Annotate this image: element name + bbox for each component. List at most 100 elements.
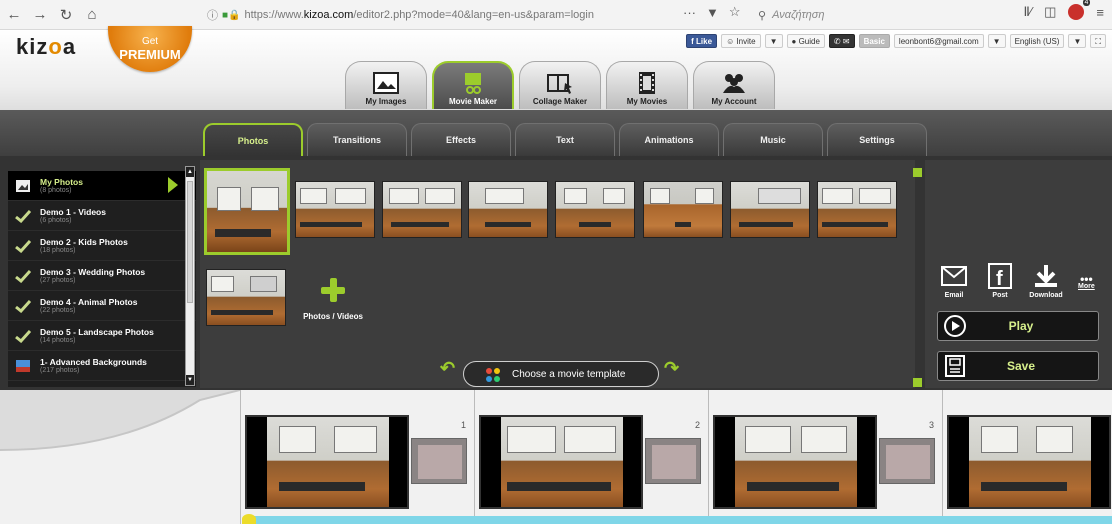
facebook-icon: f — [985, 262, 1015, 290]
photo-thumbnail[interactable] — [817, 181, 897, 238]
more-button[interactable]: ••• More — [1078, 272, 1095, 290]
transition-box[interactable] — [879, 438, 935, 484]
save-button[interactable]: Save — [937, 351, 1099, 381]
phone-icon[interactable]: ✆ ✉ — [828, 34, 855, 48]
album-name: My Photos — [40, 177, 83, 187]
tab-music[interactable]: Music — [723, 123, 823, 156]
photo-thumbnail[interactable] — [295, 181, 375, 238]
more-icon: ••• — [1080, 272, 1093, 286]
address-bar[interactable]: ⓘ ■🔒 https://www. kizoa.com/editor2.php?m… — [203, 4, 671, 26]
slot-photo — [501, 417, 623, 507]
save-icon — [940, 352, 970, 380]
library-icon[interactable]: Ⅱ⁄ — [1024, 4, 1033, 20]
album-item[interactable]: Demo 2 - Kids Photos (18 photos) — [8, 231, 196, 261]
slot-frame[interactable] — [713, 415, 877, 509]
photo-thumbnail[interactable] — [204, 168, 290, 255]
play-button[interactable]: Play — [937, 311, 1099, 341]
album-scrollbar[interactable]: ▲ ▼ — [185, 166, 195, 386]
invite-dropdown[interactable]: ▼ — [764, 34, 783, 48]
kizoa-logo[interactable]: kizoa — [16, 34, 76, 60]
post-label: Post — [992, 292, 1008, 299]
facebook-like-button[interactable]: f Like — [686, 34, 718, 48]
back-icon[interactable]: ← — [2, 3, 26, 27]
album-item[interactable]: 1- Advanced Backgrounds (217 photos) — [8, 351, 196, 381]
tab-photos[interactable]: Photos — [203, 123, 303, 156]
account-email[interactable]: leonbont6@gmail.com — [893, 34, 984, 48]
scroll-up-icon[interactable]: ▲ — [186, 167, 194, 177]
transition-box[interactable] — [411, 438, 467, 484]
home-icon[interactable]: ⌂ — [80, 3, 104, 27]
photo-thumbnail[interactable] — [382, 181, 462, 238]
photo-thumbnail[interactable] — [206, 269, 286, 326]
scroll-down-icon[interactable]: ▼ — [186, 375, 194, 385]
tab-effects[interactable]: Effects — [411, 123, 511, 156]
tab-my-images[interactable]: My Images — [345, 61, 427, 109]
album-name: Demo 5 - Landscape Photos — [40, 327, 154, 337]
email-share[interactable]: Email — [937, 262, 971, 299]
timeline-progress-bar[interactable] — [244, 516, 1112, 524]
forward-icon[interactable]: → — [28, 3, 52, 27]
choose-template-button[interactable]: Choose a movie template — [463, 361, 659, 387]
album-item[interactable]: Demo 1 - Videos (6 photos) — [8, 201, 196, 231]
info-icon[interactable]: ⓘ — [207, 7, 218, 23]
add-photos-label: Photos / Videos — [303, 312, 363, 321]
grid-scroll-up[interactable] — [913, 168, 922, 177]
reload-icon[interactable]: ↻ — [54, 3, 78, 27]
left-curl-arrow-icon: ↶ — [440, 358, 456, 378]
photo-thumbnail[interactable] — [643, 181, 723, 238]
slot-frame[interactable] — [479, 415, 643, 509]
bookmark-star-icon[interactable]: ☆ — [729, 4, 741, 20]
search-field[interactable]: ⚲ Αναζήτηση — [758, 4, 948, 26]
album-count: (27 photos) — [40, 277, 76, 284]
tab-movie-maker[interactable]: Movie Maker — [432, 61, 514, 109]
download-label: Download — [1029, 292, 1063, 299]
timeline-slot[interactable]: 1 — [240, 390, 474, 524]
tab-collage-maker[interactable]: Collage Maker — [519, 61, 601, 109]
add-photos-button[interactable]: Photos / Videos — [294, 268, 372, 326]
sidebar-icon[interactable]: ◫ — [1044, 4, 1056, 20]
album-item[interactable]: Demo 4 - Animal Photos (22 photos) — [8, 291, 196, 321]
transition-box[interactable] — [645, 438, 701, 484]
scroll-thumb[interactable] — [187, 181, 193, 303]
slot-number: 3 — [928, 420, 934, 430]
album-folder-icon — [14, 178, 32, 194]
tab-transitions[interactable]: Transitions — [307, 123, 407, 156]
invite-button[interactable]: ☺ Invite — [721, 34, 761, 48]
timeline-handle[interactable] — [242, 514, 256, 524]
account-dropdown[interactable]: ▼ — [987, 34, 1006, 48]
right-curl-arrow-icon: ↷ — [664, 358, 680, 378]
tab-animations[interactable]: Animations — [619, 123, 719, 156]
slot-frame[interactable] — [947, 415, 1111, 509]
timeline-slot[interactable] — [942, 390, 1112, 524]
tab-settings[interactable]: Settings — [827, 123, 927, 156]
slot-frame[interactable] — [245, 415, 409, 509]
language-dropdown[interactable]: ▼ — [1068, 34, 1087, 48]
photo-thumbnail[interactable] — [555, 181, 635, 238]
share-bar: Email f Post Download — [937, 262, 1063, 299]
photo-thumbnail[interactable] — [468, 181, 548, 238]
timeline-curve — [0, 390, 240, 524]
album-item[interactable]: Demo 3 - Wedding Photos (27 photos) — [8, 261, 196, 291]
tab-text[interactable]: Text — [515, 123, 615, 156]
album-item[interactable]: Demo 5 - Landscape Photos (14 photos) — [8, 321, 196, 351]
tab-my-account[interactable]: My Account — [693, 61, 775, 109]
menu-icon[interactable]: ≡ — [1096, 5, 1104, 20]
album-item[interactable]: My Photos (8 photos) — [8, 171, 196, 201]
grid-scroll-down[interactable] — [913, 378, 922, 387]
timeline-slot[interactable]: 2 — [474, 390, 708, 524]
tab-label: My Images — [365, 97, 407, 106]
language-select[interactable]: English (US) — [1009, 34, 1065, 48]
timeline-start — [0, 390, 240, 524]
page-actions-icon[interactable]: ··· — [683, 5, 696, 20]
guide-button[interactable]: ● Guide — [786, 34, 825, 48]
download-share[interactable]: Download — [1029, 262, 1063, 299]
pocket-icon[interactable]: ▼ — [706, 5, 719, 20]
post-share[interactable]: f Post — [983, 262, 1017, 299]
tab-my-movies[interactable]: My Movies — [606, 61, 688, 109]
get-premium-button[interactable]: Get PREMIUM — [108, 26, 192, 72]
fullscreen-icon[interactable]: ⛶ — [1090, 34, 1106, 48]
timeline-slot[interactable]: 3 — [708, 390, 942, 524]
search-placeholder: Αναζήτηση — [772, 9, 825, 21]
addon-icon[interactable]: 4 — [1068, 0, 1091, 20]
photo-thumbnail[interactable] — [730, 181, 810, 238]
